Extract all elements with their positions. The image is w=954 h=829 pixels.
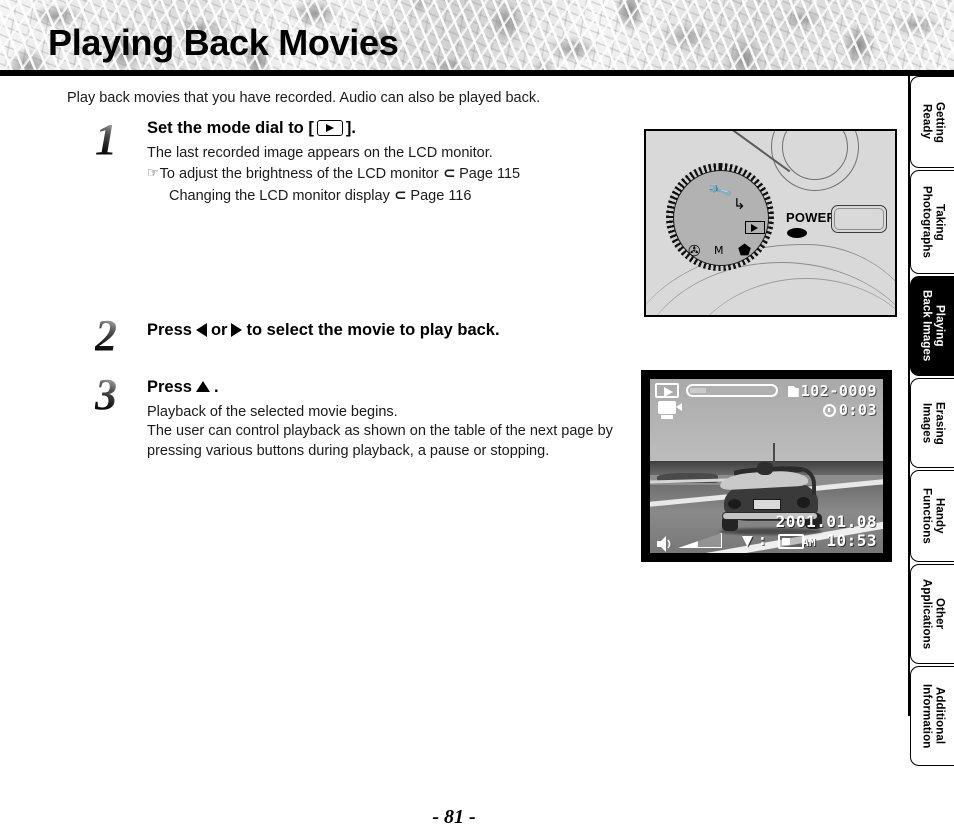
step-3-number: 3 [95, 373, 139, 417]
tab-label: Erasing Images [920, 401, 946, 445]
car-antenna [773, 443, 775, 466]
step-3-heading-part1: Press [147, 378, 192, 396]
car-taillight-right [796, 497, 811, 508]
tab-getting-ready[interactable]: Getting Ready [910, 76, 954, 168]
step-3-body: Press . Playback of the selected movie b… [147, 377, 617, 462]
lcd-screen: 102-0009 0:03 2001.01.08 AM 10:53 ▼ : [650, 379, 883, 553]
date-readout: 2001.01.08 [775, 512, 877, 531]
figure-mode-dial: 🔧 ↳ ✇ M ⬟ POWER [644, 129, 897, 317]
step-1-body: Set the mode dial to [ ]. The last recor… [147, 118, 520, 207]
file-number-readout: 102-0009 [787, 382, 877, 400]
step-3-line-2: The user can control playback as shown o… [147, 423, 613, 460]
arrow-mode-icon: ↳ [733, 195, 746, 213]
tab-handy-functions[interactable]: Handy Functions [910, 470, 954, 562]
intro-text: Play back movies that you have recorded.… [67, 90, 541, 106]
playback-box-icon [316, 120, 343, 137]
header-rule [0, 70, 954, 76]
ampm-value: AM [801, 536, 817, 549]
folder-icon [787, 386, 799, 397]
step-1-heading-before: Set the mode dial to [ [147, 119, 314, 137]
step-1-heading-after: ]. [345, 119, 356, 137]
tab-additional-information[interactable]: Additional Information [910, 666, 954, 766]
file-number-value: 102-0009 [800, 382, 877, 400]
tab-playing-back-images[interactable]: Playing Back Images [910, 276, 954, 376]
elapsed-time-readout: 0:03 [822, 401, 877, 419]
step-1-line-1: The last recorded image appears on the L… [147, 144, 493, 161]
step-2-heading-part1: Press [147, 321, 192, 339]
step-2-body: Press or to select the movie to play bac… [147, 320, 500, 341]
camera-mode-icon: ⬟ [738, 241, 752, 259]
movie-mode-icon: ✇ [688, 242, 701, 260]
pointing-hand-icon: ☞ [147, 165, 159, 181]
progress-bar-fill [690, 388, 706, 393]
car-license-plate [752, 498, 782, 511]
step-3-line-1: Playback of the selected movie begins. [147, 403, 398, 420]
step-2-heading-part2: or [210, 321, 228, 339]
reference-arrow-icon: ⊃ [442, 164, 456, 183]
step-1-number: 1 [95, 118, 139, 162]
elapsed-time-value: 0:03 [838, 401, 877, 419]
car-headrest [756, 462, 774, 476]
tab-label: Taking Photographs [920, 185, 946, 258]
step-3-heading-part2: . [213, 378, 219, 396]
step-1-ref-1: ☞ To adjust the brightness of the LCD mo… [147, 163, 520, 185]
step-1-ref-2-text: Changing the LCD monitor display [169, 188, 390, 205]
tab-label: Getting Ready [920, 101, 946, 143]
step-1-ref-2-page: Page 116 [410, 188, 472, 205]
page-number: - 81 - [432, 806, 476, 828]
tab-label: Handy Functions [920, 488, 946, 544]
movie-camera-icon [658, 401, 682, 419]
power-label: POWER [786, 210, 837, 225]
clock-time-value: 10:53 [826, 531, 877, 550]
clock-icon [822, 404, 836, 417]
display-toggle-icon [778, 534, 804, 549]
step-1-ref-1-text: To adjust the brightness of the LCD moni… [159, 166, 439, 183]
page-title: Playing Back Movies [48, 22, 399, 63]
tab-other-applications[interactable]: Other Applications [910, 564, 954, 664]
playback-mode-icon [745, 221, 765, 234]
step-2-number: 2 [95, 314, 139, 358]
figure-lcd-playback: 102-0009 0:03 2001.01.08 AM 10:53 ▼ : [641, 370, 892, 562]
playback-indicator-icon [655, 383, 679, 398]
power-button [831, 205, 887, 233]
tab-taking-photographs[interactable]: Taking Photographs [910, 170, 954, 274]
time-readout: AM 10:53 [802, 531, 877, 550]
page-header-banner: Playing Back Movies [0, 0, 954, 74]
step-3-heading: Press . [147, 377, 617, 398]
progress-bar [686, 384, 778, 397]
dpad-hint: ▼ : [742, 533, 767, 549]
step-2-heading: Press or to select the movie to play bac… [147, 320, 500, 341]
speaker-icon-svg [657, 536, 671, 552]
reference-arrow-icon: ⊃ [393, 186, 407, 205]
step-1-heading: Set the mode dial to [ ]. [147, 118, 520, 139]
page-content: Play back movies that you have recorded.… [0, 76, 908, 828]
power-indicator-lamp [787, 228, 807, 238]
tab-label: Other Applications [920, 578, 946, 650]
triangle-up-icon [195, 380, 210, 392]
step-1-ref-1-page: Page 115 [459, 166, 521, 183]
tab-erasing-images[interactable]: Erasing Images [910, 378, 954, 468]
triangle-right-icon [231, 323, 243, 338]
step-2-heading-part3: to select the movie to play back. [246, 321, 500, 339]
section-tabs: Getting Ready Taking Photographs Playing… [908, 76, 954, 766]
tab-label: Playing Back Images [920, 290, 946, 362]
step-1-ref-2: Changing the LCD monitor display ⊃ Page … [147, 185, 520, 207]
manual-camera-mode-icon: M [714, 244, 724, 257]
triangle-left-icon [195, 323, 207, 338]
tab-label: Additional Information [920, 683, 946, 749]
